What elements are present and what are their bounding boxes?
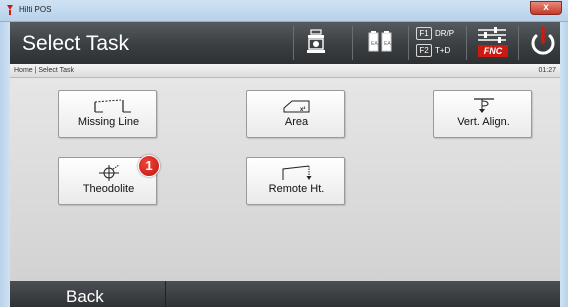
- task-button-missing-line[interactable]: Missing Line: [58, 90, 157, 138]
- task-label: Vert. Align.: [457, 116, 510, 128]
- fnc-badge[interactable]: FNC: [478, 45, 508, 57]
- task-label: Area: [284, 116, 309, 128]
- window-title: Hilti POS: [19, 5, 52, 14]
- header-separator: [518, 26, 519, 60]
- task-button-vert-align[interactable]: Vert. Align.: [433, 90, 532, 138]
- f1-key[interactable]: F1: [416, 27, 432, 40]
- window-frame-left: [0, 22, 10, 307]
- task-button-remote-ht[interactable]: Remote Ht.: [246, 157, 345, 205]
- task-button-area[interactable]: x² Area: [246, 90, 345, 138]
- header-separator: [408, 26, 409, 60]
- svg-text:EA: EA: [371, 41, 378, 47]
- task-label: Remote Ht.: [268, 183, 325, 195]
- svg-text:EA: EA: [384, 41, 391, 47]
- settings-sliders-icon[interactable]: [476, 27, 508, 43]
- back-label: Back: [66, 287, 104, 306]
- clock-time: 01:27: [538, 67, 556, 74]
- f2-key[interactable]: F2: [416, 44, 432, 57]
- header-separator: [293, 26, 294, 60]
- vertical-alignment-icon: [474, 98, 494, 113]
- missing-line-icon: [94, 99, 131, 113]
- area-icon: x²: [283, 100, 310, 113]
- f2-label: T+D: [435, 46, 451, 55]
- hilti-app-icon: [7, 5, 13, 15]
- breadcrumb-path[interactable]: Home | Select Task: [14, 67, 74, 74]
- header-separator: [466, 26, 467, 60]
- task-label: Theodolite: [82, 183, 135, 195]
- task-label: Missing Line: [77, 116, 140, 128]
- battery-icon[interactable]: EA EA: [367, 31, 393, 53]
- breadcrumb: Home | Select Task 01:27: [10, 64, 560, 78]
- header-separator: [352, 26, 353, 60]
- power-icon[interactable]: [530, 26, 556, 58]
- footer-bar: Back: [10, 281, 560, 307]
- remote-height-icon: [282, 165, 312, 180]
- task-grid: Missing Line x² Area Vert. Align. Theodo…: [10, 78, 560, 281]
- window-close-button[interactable]: x: [530, 1, 562, 15]
- instrument-icon[interactable]: [306, 29, 326, 55]
- f1-label: DR/P: [435, 29, 455, 38]
- callout-marker: 1: [138, 155, 160, 177]
- window-titlebar: Hilti POS x: [0, 0, 568, 22]
- window-frame-right: [560, 22, 568, 307]
- svg-text:x²: x²: [300, 106, 305, 113]
- app-header: Select Task EA EA F1 DR/P F2 T+D FNC: [10, 22, 560, 64]
- back-button[interactable]: Back: [10, 281, 166, 307]
- page-title: Select Task: [22, 32, 129, 55]
